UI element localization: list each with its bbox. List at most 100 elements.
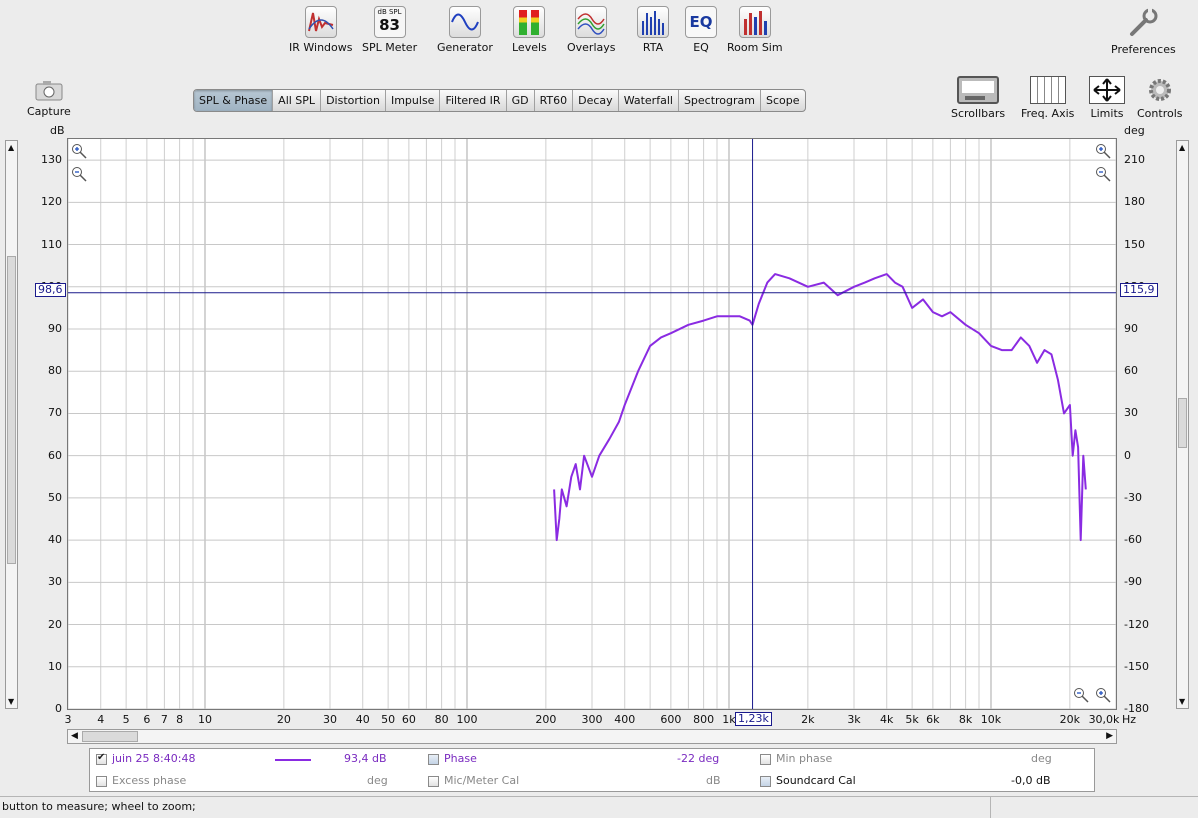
camera-icon bbox=[33, 78, 65, 102]
controls-tool[interactable]: Controls bbox=[1137, 76, 1183, 120]
capture-tool[interactable]: Capture bbox=[27, 78, 71, 118]
cursor-left-readout: 98,6 bbox=[35, 283, 66, 297]
spl-meter-tool[interactable]: dB SPL 83 SPL Meter bbox=[362, 6, 417, 54]
x-tick-label: 30 bbox=[323, 713, 337, 726]
eq-icon-text: EQ bbox=[689, 13, 713, 31]
scroll-left-arrow-icon[interactable]: ◀ bbox=[71, 731, 78, 741]
left-y-tick-label: 130 bbox=[41, 153, 62, 167]
scroll-up-arrow-icon[interactable]: ▲ bbox=[1179, 143, 1185, 152]
freq-axis-label: Freq. Axis bbox=[1021, 107, 1075, 120]
eq-label: EQ bbox=[693, 41, 709, 54]
x-tick-label: 300 bbox=[581, 713, 603, 726]
soundcard-cal-checkbox[interactable] bbox=[760, 776, 771, 787]
scrollbars-icon bbox=[957, 76, 1000, 104]
scroll-up-arrow-icon[interactable]: ▲ bbox=[8, 143, 14, 152]
tab-scope[interactable]: Scope bbox=[761, 90, 805, 111]
horizontal-scrollbar[interactable]: ◀ ▶ bbox=[67, 729, 1117, 744]
overlays-label: Overlays bbox=[567, 41, 616, 54]
x-tick-label: 3k bbox=[847, 713, 861, 726]
tab-filtered-ir[interactable]: Filtered IR bbox=[440, 90, 507, 111]
zoom-out-icon[interactable] bbox=[71, 166, 87, 182]
zoom-out-icon[interactable] bbox=[1095, 166, 1111, 182]
mic-cal-checkbox[interactable] bbox=[428, 776, 439, 787]
zoom-in-icon[interactable] bbox=[1095, 143, 1111, 159]
x-tick-label: 8k bbox=[958, 713, 973, 726]
right-y-tick-label: 90 bbox=[1124, 322, 1138, 335]
freq-axis-tool[interactable]: Freq. Axis bbox=[1021, 76, 1074, 120]
rta-tool[interactable]: RTA bbox=[637, 6, 669, 54]
right-y-tick-label: 180 bbox=[1124, 195, 1145, 209]
zoom-in-icon[interactable] bbox=[71, 143, 87, 159]
excess-phase-label: Excess phase bbox=[112, 774, 187, 787]
x-tick-label: 5 bbox=[122, 713, 130, 726]
tab-spl-phase[interactable]: SPL & Phase bbox=[194, 90, 274, 111]
spl-chart[interactable] bbox=[68, 139, 1116, 709]
preferences-tool[interactable]: Preferences bbox=[1111, 6, 1176, 56]
phase-checkbox[interactable] bbox=[428, 754, 439, 765]
x-tick-label: 5k bbox=[905, 713, 919, 726]
capture-label: Capture bbox=[27, 105, 71, 118]
overlays-tool[interactable]: Overlays bbox=[567, 6, 616, 54]
controls-label: Controls bbox=[1137, 107, 1183, 120]
room-sim-icon bbox=[738, 6, 771, 38]
tab-all-spl[interactable]: All SPL bbox=[273, 90, 322, 111]
x-tick-label: 1k bbox=[722, 713, 736, 726]
min-phase-unit: deg bbox=[1031, 752, 1052, 765]
spl-graph-area[interactable] bbox=[67, 138, 1117, 710]
left-y-tick-label: 110 bbox=[41, 237, 62, 251]
left-y-tick-label: 0 bbox=[55, 702, 62, 715]
x-tick-label: 4 bbox=[97, 713, 105, 726]
eq-tool[interactable]: EQ EQ bbox=[685, 6, 717, 54]
left-scroll-thumb[interactable] bbox=[7, 256, 16, 564]
cursor-right-readout: 115,9 bbox=[1120, 283, 1158, 297]
overlays-icon bbox=[575, 6, 608, 38]
room-sim-tool[interactable]: Room Sim bbox=[727, 6, 783, 54]
right-vertical-scrollbar[interactable]: ▲ ▼ bbox=[1176, 140, 1189, 709]
limits-arrows-icon bbox=[1089, 76, 1125, 104]
x-tick-label: 10 bbox=[197, 713, 212, 726]
scrollbars-tool[interactable]: Scrollbars bbox=[951, 76, 1005, 120]
tab-decay[interactable]: Decay bbox=[573, 90, 619, 111]
levels-tool[interactable]: Levels bbox=[512, 6, 547, 54]
measurement-legend: juin 25 8:40:48 93,4 dB Phase -22 deg Mi… bbox=[89, 748, 1095, 792]
tab-spectrogram[interactable]: Spectrogram bbox=[679, 90, 762, 111]
left-y-tick-label: 70 bbox=[48, 406, 62, 420]
measurement-visible-checkbox[interactable] bbox=[96, 752, 107, 765]
x-tick-label: 3 bbox=[64, 713, 72, 726]
eq-icon: EQ bbox=[685, 6, 717, 38]
soundcard-cal-value: -0,0 dB bbox=[1011, 774, 1051, 787]
ir-windows-icon bbox=[304, 6, 337, 38]
soundcard-cal-label: Soundcard Cal bbox=[776, 774, 856, 787]
horizontal-scroll-thumb[interactable] bbox=[82, 731, 138, 742]
ir-windows-tool[interactable]: IR Windows bbox=[289, 6, 353, 54]
x-tick-label: 20k bbox=[1059, 713, 1081, 726]
x-tick-label: 4k bbox=[880, 713, 894, 726]
gear-icon bbox=[1146, 76, 1174, 104]
tab-distortion[interactable]: Distortion bbox=[321, 90, 386, 111]
x-zoom-out-icon[interactable] bbox=[1073, 687, 1089, 703]
tab-gd[interactable]: GD bbox=[507, 90, 535, 111]
tab-rt60[interactable]: RT60 bbox=[535, 90, 574, 111]
right-scroll-thumb[interactable] bbox=[1178, 398, 1187, 448]
right-y-tick-label: 150 bbox=[1124, 237, 1145, 251]
scroll-down-arrow-icon[interactable]: ▼ bbox=[1179, 697, 1185, 706]
right-y-tick-label: -60 bbox=[1124, 533, 1142, 547]
x-zoom-in-icon[interactable] bbox=[1095, 687, 1111, 703]
phase-label: Phase bbox=[444, 752, 477, 765]
min-phase-checkbox[interactable] bbox=[760, 754, 771, 765]
left-y-tick-label: 60 bbox=[48, 448, 62, 462]
scroll-right-arrow-icon[interactable]: ▶ bbox=[1106, 731, 1113, 741]
right-y-tick-label: -30 bbox=[1124, 490, 1142, 504]
excess-phase-checkbox[interactable] bbox=[96, 776, 107, 787]
left-vertical-scrollbar[interactable]: ▲ ▼ bbox=[5, 140, 18, 709]
limits-tool[interactable]: Limits bbox=[1089, 76, 1125, 120]
tab-impulse[interactable]: Impulse bbox=[386, 90, 441, 111]
left-y-tick-label: 120 bbox=[41, 195, 62, 209]
generator-tool[interactable]: Generator bbox=[437, 6, 493, 54]
right-y-tick-label: 30 bbox=[1124, 406, 1138, 420]
status-text: button to measure; wheel to zoom; bbox=[2, 800, 196, 813]
sine-wave-icon bbox=[448, 6, 481, 38]
scroll-down-arrow-icon[interactable]: ▼ bbox=[8, 697, 14, 706]
spl-meter-label: SPL Meter bbox=[362, 41, 418, 54]
tab-waterfall[interactable]: Waterfall bbox=[619, 90, 679, 111]
